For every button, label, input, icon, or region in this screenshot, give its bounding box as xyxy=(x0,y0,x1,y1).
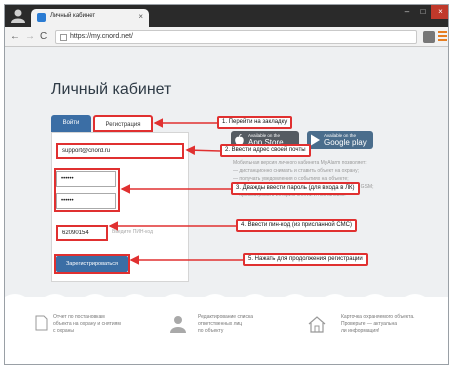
callout-step-3: 3. Дважды ввести пароль (для входа в ЛК) xyxy=(231,182,360,195)
title-bar: Личный кабинет × – □ × xyxy=(5,5,448,27)
feature-object-card: Карточка охраняемого объекта. Проверьте … xyxy=(341,314,415,335)
page-icon xyxy=(60,34,67,41)
callout-step-4: 4. Ввести пин-код (из присланной СМС) xyxy=(236,219,357,232)
callout-arrow-2 xyxy=(185,145,221,156)
email-field[interactable] xyxy=(56,143,184,159)
google-play-icon xyxy=(311,134,320,146)
feature-report: Отчет по постановкам объекта на охрану и… xyxy=(53,314,121,335)
house-icon xyxy=(308,316,326,333)
address-bar-url: https://my.cnord.net/ xyxy=(70,33,133,40)
features-section: Отчет по постановкам объекта на охрану и… xyxy=(5,294,448,364)
feature-text-line: Проверьте — актуальна xyxy=(341,321,397,327)
callout-step-1: 1. Перейти на закладку xyxy=(217,116,293,129)
registration-form: Введите ПИН-код Зарегистрироваться xyxy=(51,132,189,282)
pin-code-field[interactable] xyxy=(56,225,108,241)
close-window-button[interactable]: × xyxy=(431,5,448,19)
browser-window: Личный кабинет × – □ × ← → C https://my.… xyxy=(4,4,449,365)
feature-text-line: Редактирование списка xyxy=(198,314,254,320)
page-title: Личный кабинет xyxy=(51,81,172,98)
tab-login[interactable]: Войти xyxy=(51,115,91,132)
maximize-button[interactable]: □ xyxy=(415,5,431,19)
callout-step-5: 5. Нажать для продолжения регистрации xyxy=(243,253,368,266)
tab-register[interactable]: Регистрация xyxy=(93,115,153,132)
description-line: — дистанционно снимать и ставить объект … xyxy=(233,168,360,174)
document-icon xyxy=(35,315,48,331)
browser-tab[interactable]: Личный кабинет × xyxy=(31,9,149,27)
forward-arrow-icon[interactable]: → xyxy=(25,30,35,44)
minimize-button[interactable]: – xyxy=(399,5,415,19)
callout-step-2: 2. Ввести адрес своей почты xyxy=(220,144,311,157)
feature-text-line: с охраны xyxy=(53,328,75,334)
feature-text-line: ли информация! xyxy=(341,328,380,334)
password-field[interactable] xyxy=(56,171,116,187)
google-play-label: Google play xyxy=(324,138,367,147)
browser-menu-icon[interactable] xyxy=(438,31,447,43)
page-viewport: Личный кабинет Войти Регистрация Введите… xyxy=(5,47,448,364)
wave-divider xyxy=(5,294,448,299)
extension-icon[interactable] xyxy=(423,31,435,43)
reload-icon[interactable]: C xyxy=(40,30,47,44)
browser-toolbar: ← → C https://my.cnord.net/ xyxy=(5,27,448,47)
address-bar[interactable]: https://my.cnord.net/ xyxy=(55,30,417,44)
feature-text-line: объекта на охрану и снятиям xyxy=(53,321,121,327)
google-play-badge[interactable]: Available on the Google play xyxy=(307,131,373,149)
close-tab-icon[interactable]: × xyxy=(138,12,143,22)
browser-tab-title: Личный кабинет xyxy=(50,13,96,19)
password-confirm-field[interactable] xyxy=(56,193,116,209)
person-icon xyxy=(170,316,186,333)
feature-text-line: Карточка охраняемого объекта. xyxy=(341,314,415,320)
pin-code-hint: Введите ПИН-код xyxy=(112,229,154,235)
feature-text-line: по объекту xyxy=(198,328,224,334)
favicon-icon xyxy=(37,13,46,22)
feature-contacts: Редактирование списка ответственных лиц … xyxy=(198,314,253,335)
feature-text-line: ответственных лиц xyxy=(198,321,243,327)
user-profile-icon[interactable] xyxy=(9,8,27,23)
register-button[interactable]: Зарегистрироваться xyxy=(56,256,128,272)
description-line: Мобильная версия личного кабинета MyAlar… xyxy=(233,160,367,166)
back-arrow-icon[interactable]: ← xyxy=(10,30,20,44)
feature-text-line: Отчет по постановкам xyxy=(53,314,105,320)
